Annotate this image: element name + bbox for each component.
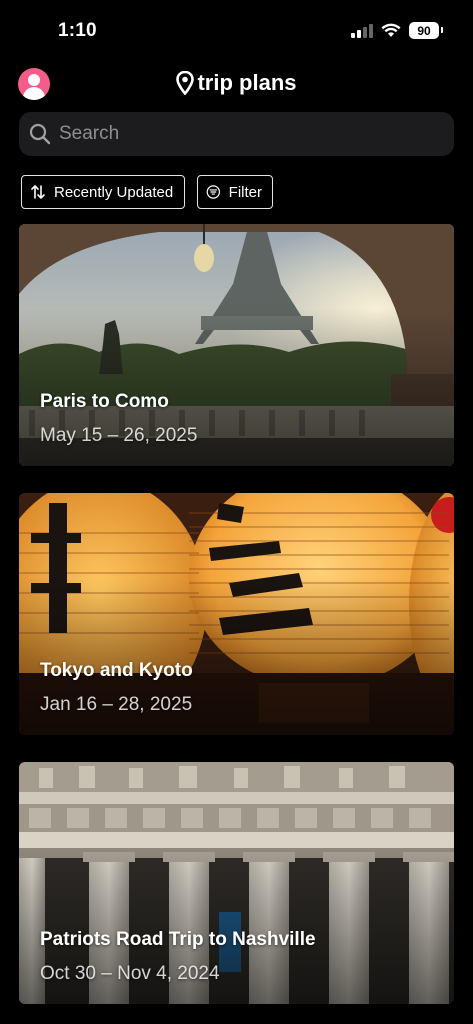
map-pin-icon bbox=[176, 71, 195, 95]
filter-label: Filter bbox=[228, 183, 262, 201]
battery-icon: 90 bbox=[409, 22, 443, 39]
trip-card[interactable]: Tokyo and Kyoto Jan 16 – 28, 2025 bbox=[19, 493, 454, 735]
filter-icon bbox=[206, 185, 221, 199]
filter-button[interactable]: Filter bbox=[197, 175, 273, 209]
trip-card[interactable]: Patriots Road Trip to Nashville Oct 30 –… bbox=[19, 762, 454, 1004]
search-bar[interactable] bbox=[19, 112, 454, 156]
trip-dates: May 15 – 26, 2025 bbox=[40, 425, 198, 446]
search-icon bbox=[29, 123, 51, 145]
status-icons: 90 bbox=[351, 22, 443, 39]
page-title: trip plans bbox=[0, 70, 473, 96]
battery-level: 90 bbox=[417, 23, 431, 38]
status-bar: 1:10 90 bbox=[0, 0, 473, 62]
trip-title: Tokyo and Kyoto bbox=[40, 660, 193, 681]
status-time: 1:10 bbox=[58, 20, 97, 41]
trip-title: Patriots Road Trip to Nashville bbox=[40, 929, 316, 950]
wifi-icon bbox=[381, 23, 401, 37]
trip-title: Paris to Como bbox=[40, 391, 169, 412]
search-input[interactable] bbox=[59, 123, 439, 145]
signal-icon bbox=[351, 23, 373, 38]
sort-label: Recently Updated bbox=[54, 183, 174, 201]
trip-card[interactable]: Paris to Como May 15 – 26, 2025 bbox=[19, 224, 454, 466]
sort-button[interactable]: Recently Updated bbox=[21, 175, 185, 209]
app-title-text: trip plans bbox=[197, 70, 297, 95]
sort-arrows-icon bbox=[31, 185, 45, 199]
header: trip plans bbox=[0, 62, 473, 106]
trip-dates: Oct 30 – Nov 4, 2024 bbox=[40, 963, 220, 984]
trip-dates: Jan 16 – 28, 2025 bbox=[40, 694, 193, 715]
